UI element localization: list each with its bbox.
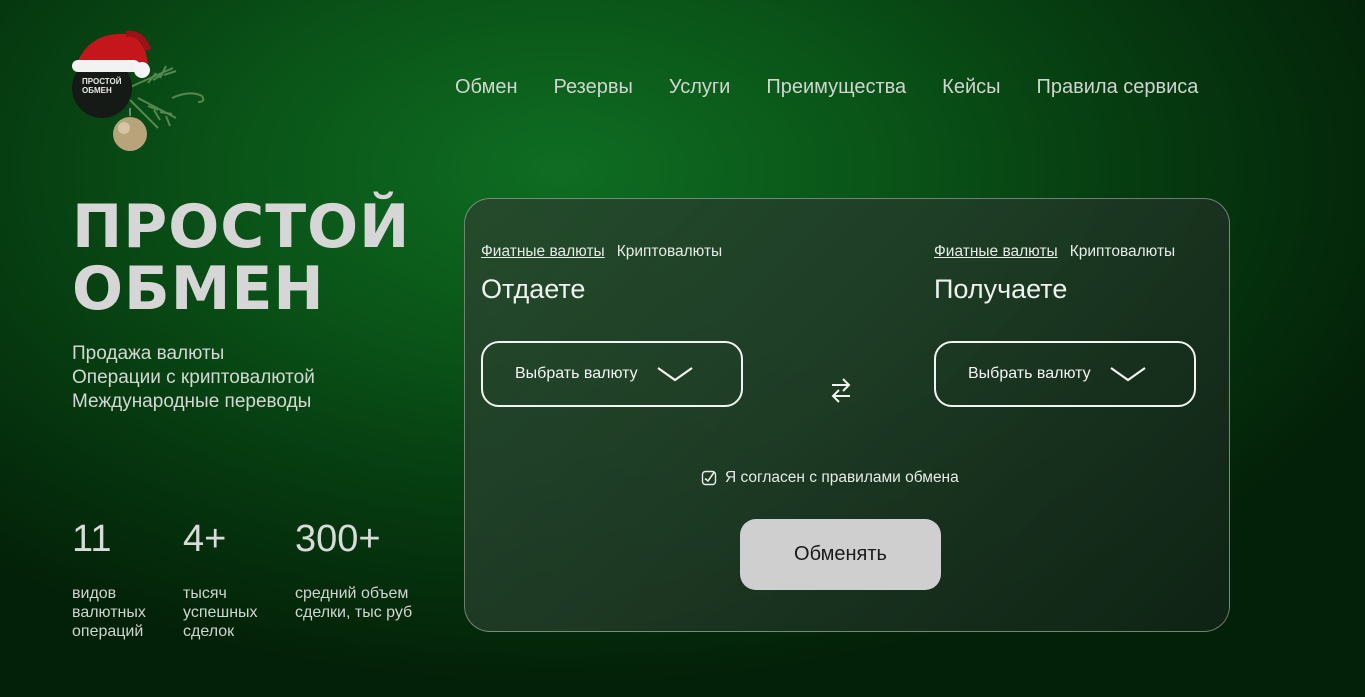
give-currency-select[interactable]: Выбрать валюту (481, 341, 743, 407)
stat-desc-line: сделки, тыс руб (295, 604, 413, 621)
swap-icon[interactable] (829, 374, 853, 411)
stat-desc-line: успешных (183, 604, 258, 621)
stat-desc-line: тысяч (183, 585, 227, 602)
chevron-down-icon (656, 367, 693, 382)
chevron-down-icon (1109, 367, 1146, 382)
nav-item-advantages[interactable]: Преимущества (766, 76, 906, 99)
nav-item-services[interactable]: Услуги (669, 76, 731, 99)
checkbox-checked-icon (701, 470, 717, 486)
stat-value: 4+ (183, 518, 227, 560)
get-tab-fiat[interactable]: Фиатные валюты (934, 243, 1058, 261)
nav-item-cases[interactable]: Кейсы (942, 76, 1000, 99)
exchange-submit-button[interactable]: Обменять (740, 519, 941, 590)
stat-desc-line: средний объем (295, 585, 409, 602)
hero-title-line2: ОБМЕН (72, 254, 325, 324)
stat-desc-line: видов (72, 585, 117, 602)
stat-value: 300+ (295, 518, 381, 560)
give-tab-fiat[interactable]: Фиатные валюты (481, 243, 605, 261)
logo-text-line1: ПРОСТОЙ (82, 77, 122, 86)
give-currency-tabs: Фиатные валюты Криптовалюты (481, 243, 722, 261)
services-list: Продажа валюты Операции с криптовалютой … (72, 342, 315, 414)
nav-item-exchange[interactable]: Обмен (455, 76, 518, 99)
get-currency-select[interactable]: Выбрать валюту (934, 341, 1196, 407)
get-column: Фиатные валюты Криптовалюты Получаете (934, 243, 1175, 305)
stat-description: видов валютных операций (72, 584, 146, 641)
nav-item-rules[interactable]: Правила сервиса (1037, 76, 1199, 99)
stat-description: тысяч успешных сделок (183, 584, 258, 641)
stat-description: средний объем сделки, тыс руб (295, 584, 412, 622)
stat-average-volume: 300+ средний объем сделки, тыс руб (295, 516, 412, 622)
hero-title-line1: ПРОСТОЙ (72, 192, 411, 262)
service-item: Продажа валюты (72, 343, 225, 364)
agree-label: Я согласен с правилами обмена (725, 469, 959, 486)
get-select-label: Выбрать валюту (968, 365, 1091, 382)
get-title: Получаете (934, 274, 1068, 304)
stat-deals: 4+ тысяч успешных сделок (183, 516, 258, 641)
get-tab-crypto[interactable]: Криптовалюты (1070, 243, 1176, 261)
get-currency-tabs: Фиатные валюты Криптовалюты (934, 243, 1175, 261)
main-nav: Обмен Резервы Услуги Преимущества Кейсы … (455, 76, 1198, 99)
give-select-label: Выбрать валюту (515, 365, 638, 382)
stat-value: 11 (72, 518, 112, 560)
give-tab-crypto[interactable]: Криптовалюты (617, 243, 723, 261)
logo[interactable]: ПРОСТОЙ ОБМЕН (68, 28, 218, 156)
stat-desc-line: операций (72, 623, 144, 640)
exchange-form: Фиатные валюты Криптовалюты Отдаете Фиат… (464, 198, 1230, 632)
hero-title: ПРОСТОЙ ОБМЕН (72, 196, 410, 320)
service-item: Международные переводы (72, 391, 312, 412)
give-title: Отдаете (481, 274, 586, 304)
agree-checkbox[interactable]: Я согласен с правилами обмена (701, 469, 959, 487)
stat-desc-line: валютных (72, 604, 146, 621)
give-column: Фиатные валюты Криптовалюты Отдаете (481, 243, 722, 305)
service-item: Операции с криптовалютой (72, 367, 315, 388)
stat-operations: 11 видов валютных операций (72, 516, 146, 641)
stat-desc-line: сделок (183, 623, 235, 640)
logo-text-line2: ОБМЕН (82, 86, 112, 95)
nav-item-reserves[interactable]: Резервы (554, 76, 633, 99)
